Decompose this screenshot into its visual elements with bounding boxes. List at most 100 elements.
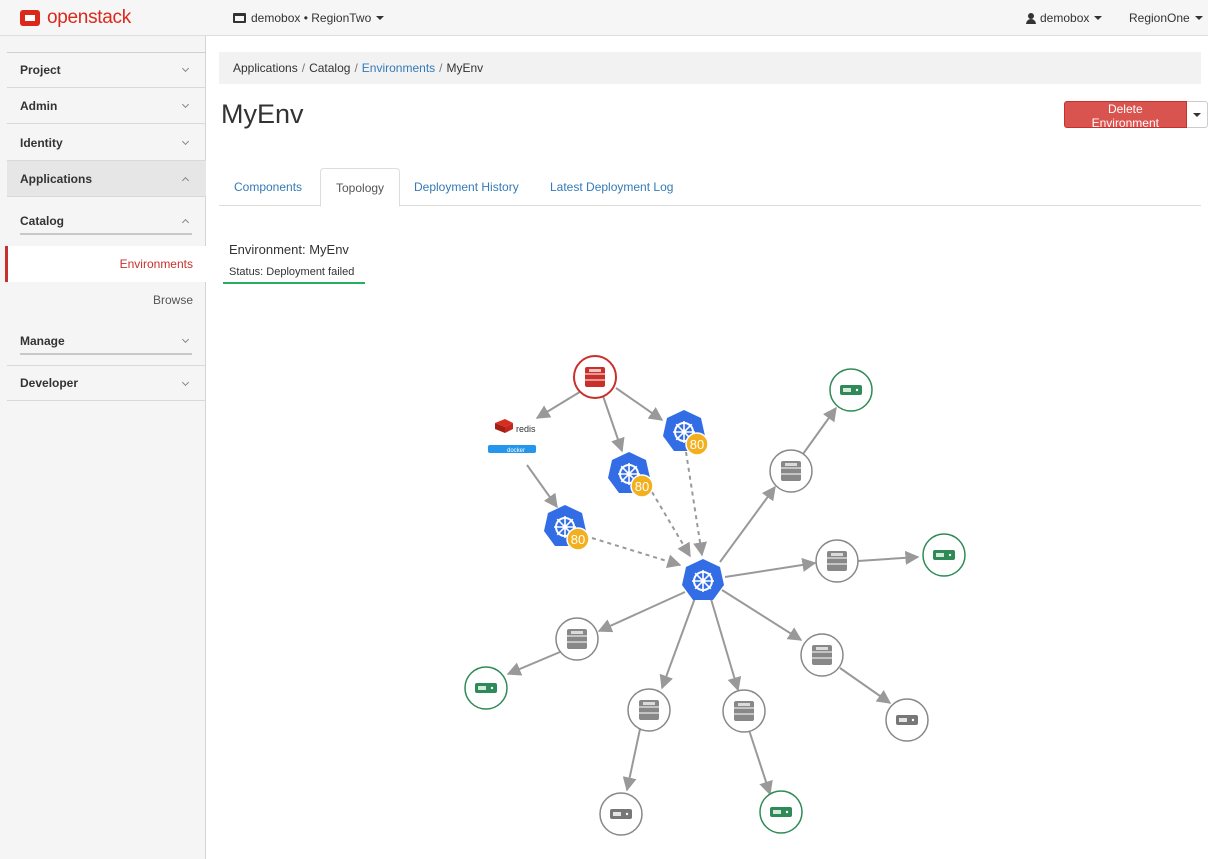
server-node[interactable] xyxy=(627,688,671,732)
kubernetes-service-node[interactable]: 80 xyxy=(608,452,654,498)
chevron-down-icon xyxy=(181,378,190,387)
edge xyxy=(721,589,803,641)
server-node[interactable] xyxy=(769,449,813,493)
instance-node-ok[interactable] xyxy=(922,533,966,577)
kubernetes-service-node[interactable]: 80 xyxy=(544,505,590,551)
caret-down-icon xyxy=(1192,112,1201,117)
openstack-logo-icon xyxy=(20,10,40,26)
edge xyxy=(710,598,742,692)
project-switcher-dropdown[interactable]: demobox • RegionTwo xyxy=(233,0,385,36)
breadcrumb-environments-link[interactable]: Environments xyxy=(362,61,435,75)
chevron-up-icon xyxy=(181,176,190,185)
caret-down-icon xyxy=(1194,16,1203,20)
edge xyxy=(535,389,584,419)
sidebar-item-label: Catalog xyxy=(20,214,65,228)
topology-graph: redis docker 80 80 80 xyxy=(464,355,966,836)
sidebar-item-project[interactable]: Project xyxy=(7,52,206,88)
chevron-up-icon xyxy=(181,218,190,227)
port-badge-label: 80 xyxy=(635,479,649,494)
kubernetes-icon xyxy=(691,569,715,593)
sidebar-item-label: Project xyxy=(20,62,61,77)
sidebar-item-applications[interactable]: Applications xyxy=(7,161,206,197)
server-node[interactable] xyxy=(815,539,859,583)
server-node[interactable] xyxy=(800,633,844,677)
delete-environment-button[interactable]: Delete Environment xyxy=(1064,101,1187,130)
edge xyxy=(622,728,641,792)
edge xyxy=(615,387,664,421)
sidebar-item-label: Browse xyxy=(152,293,193,307)
server-node[interactable] xyxy=(722,689,766,733)
kubernetes-cluster-node[interactable] xyxy=(682,559,724,600)
top-navbar: openstack demobox • RegionTwo demobox Re… xyxy=(0,0,1208,36)
project-icon xyxy=(233,13,246,23)
tab-deployment-history[interactable]: Deployment History xyxy=(399,168,534,206)
instance-node[interactable] xyxy=(599,792,643,836)
sidebar-item-browse[interactable]: Browse xyxy=(7,282,206,318)
sidebar: Project Admin Identity Applications Cata… xyxy=(0,36,206,859)
breadcrumb: Applications / Catalog / Environments / … xyxy=(219,52,1201,84)
dashed-edge xyxy=(685,451,707,557)
edge xyxy=(857,550,920,565)
breadcrumb-catalog[interactable]: Catalog xyxy=(309,61,350,75)
chevron-down-icon xyxy=(181,137,190,146)
port-badge-label: 80 xyxy=(571,532,585,547)
instance-node-ok[interactable] xyxy=(759,790,803,834)
sidebar-item-manage[interactable]: Manage xyxy=(7,323,206,359)
tab-components[interactable]: Components xyxy=(219,168,317,206)
sidebar-item-developer[interactable]: Developer xyxy=(7,365,206,401)
sidebar-item-identity[interactable]: Identity xyxy=(7,125,206,161)
server-node[interactable] xyxy=(555,617,599,661)
region-menu-dropdown[interactable]: RegionOne xyxy=(1129,0,1203,36)
instance-green-icon xyxy=(475,683,497,693)
port-badge-label: 80 xyxy=(690,437,704,452)
sidebar-item-environments[interactable]: Environments xyxy=(5,246,206,282)
openstack-logo[interactable]: openstack xyxy=(20,4,131,32)
sidebar-item-label: Environments xyxy=(119,257,193,271)
breadcrumb-separator: / xyxy=(301,61,306,75)
chevron-down-icon xyxy=(181,64,190,73)
user-icon xyxy=(1026,12,1036,24)
sidebar-item-admin[interactable]: Admin xyxy=(7,88,206,124)
delete-dropdown-toggle[interactable] xyxy=(1186,101,1208,128)
failed-app-node[interactable] xyxy=(573,355,617,399)
page-title: MyEnv xyxy=(221,99,304,129)
redis-label: redis xyxy=(516,424,536,434)
server-icon xyxy=(638,699,660,721)
instance-node[interactable] xyxy=(885,698,929,742)
edge xyxy=(748,729,773,796)
chevron-down-icon xyxy=(181,335,190,344)
sidebar-item-catalog[interactable]: Catalog xyxy=(7,203,206,239)
logo-text: openstack xyxy=(47,7,131,28)
kubernetes-service-node[interactable]: 80 xyxy=(663,410,709,456)
breadcrumb-applications[interactable]: Applications xyxy=(233,61,298,75)
edge xyxy=(602,395,625,453)
instance-green-icon xyxy=(770,807,792,817)
server-icon xyxy=(733,700,755,722)
server-icon xyxy=(811,644,833,666)
instance-node-ok[interactable] xyxy=(464,666,508,710)
instance-node-ok[interactable] xyxy=(829,368,873,412)
sidebar-item-label: Developer xyxy=(20,376,79,390)
environment-name: Environment: MyEnv xyxy=(229,242,349,257)
redis-docker-node[interactable]: redis docker xyxy=(488,419,536,454)
environment-status: Status: Deployment failed xyxy=(223,265,365,284)
edge xyxy=(719,485,776,563)
instance-gray-icon xyxy=(896,715,918,725)
user-menu-dropdown[interactable]: demobox xyxy=(1026,0,1103,36)
dashed-edge xyxy=(651,491,691,558)
edge xyxy=(839,667,892,704)
instance-green-icon xyxy=(933,550,955,560)
tab-latest-deployment-log[interactable]: Latest Deployment Log xyxy=(535,168,688,206)
region-menu-label: RegionOne xyxy=(1129,11,1190,25)
instance-green-icon xyxy=(840,385,862,395)
edge xyxy=(597,591,686,633)
edge xyxy=(526,464,558,509)
docker-label: docker xyxy=(507,448,525,454)
breadcrumb-current: MyEnv xyxy=(446,61,484,75)
project-switcher-label: demobox • RegionTwo xyxy=(251,11,372,25)
edge xyxy=(724,558,817,578)
tab-topology[interactable]: Topology xyxy=(320,168,401,207)
caret-down-icon xyxy=(1094,16,1103,20)
breadcrumb-separator: / xyxy=(354,61,358,75)
redis-logo-icon xyxy=(495,419,513,433)
